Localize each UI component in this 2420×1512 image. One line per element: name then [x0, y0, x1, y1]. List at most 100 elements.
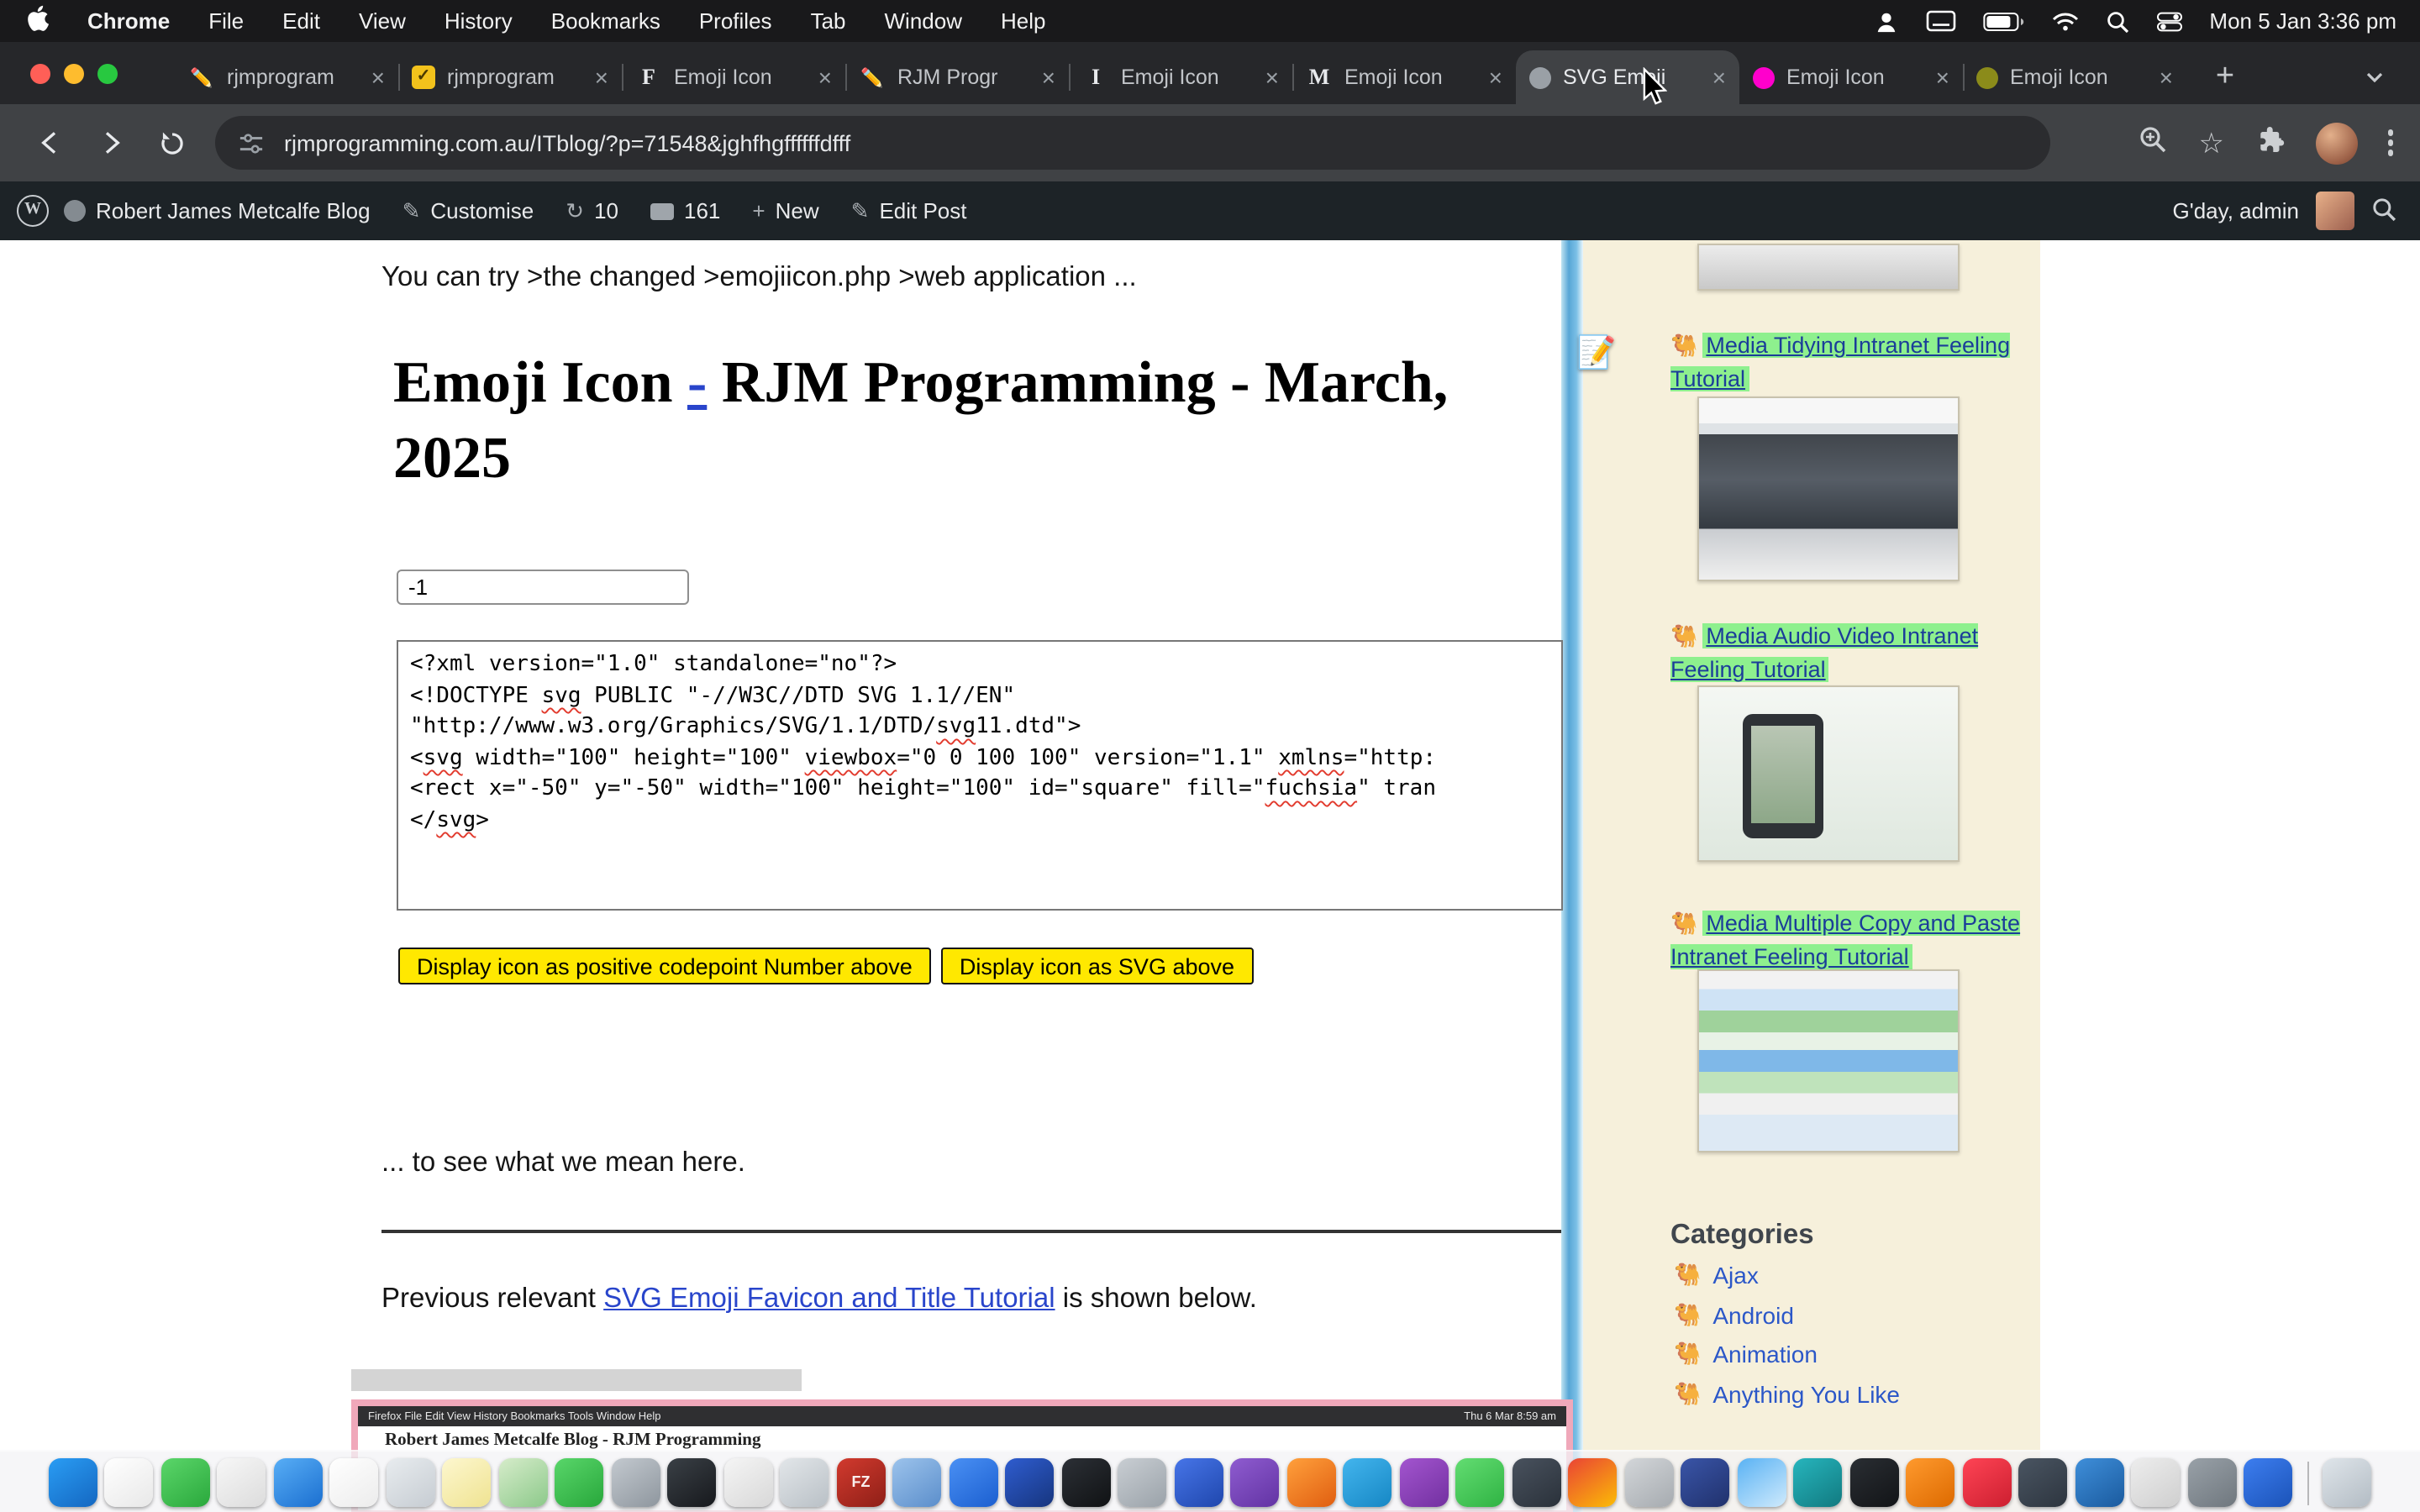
- codepoint-input[interactable]: [397, 570, 689, 605]
- window-zoom-button[interactable]: [97, 64, 118, 84]
- wifi-icon[interactable]: [2051, 11, 2078, 31]
- new-tab-button[interactable]: +: [2205, 57, 2245, 97]
- menu-bookmarks[interactable]: Bookmarks: [551, 8, 660, 34]
- browser-tab-1[interactable]: ✏️rjmprogram×: [175, 50, 398, 104]
- sidebar-post-link-1[interactable]: Media Tidying Intranet Feeling Tutorial: [1670, 333, 2010, 391]
- dock-icon-safari[interactable]: [1738, 1458, 1786, 1507]
- menu-file[interactable]: File: [208, 8, 244, 34]
- forward-button[interactable]: [91, 123, 131, 163]
- reload-button[interactable]: [151, 123, 192, 163]
- sidebar-thumbnail-1[interactable]: [1697, 396, 1960, 581]
- sidebar-thumbnail-2[interactable]: [1697, 685, 1960, 862]
- browser-tab-6[interactable]: MEmoji Icon×: [1292, 50, 1516, 104]
- dock-icon-stickies[interactable]: [2132, 1458, 2181, 1507]
- admin-comments[interactable]: 161: [650, 198, 720, 223]
- dock-icon-music[interactable]: [105, 1458, 154, 1507]
- dock-icon-chrome[interactable]: [1569, 1458, 1618, 1507]
- admin-site-name[interactable]: Robert James Metcalfe Blog: [64, 198, 371, 223]
- window-close-button[interactable]: [30, 64, 50, 84]
- dock-icon-docker[interactable]: [1850, 1458, 1899, 1507]
- dock-icon-podcasts[interactable]: [1231, 1458, 1280, 1507]
- menubar-app-name[interactable]: Chrome: [87, 8, 170, 34]
- display-svg-button[interactable]: Display icon as SVG above: [941, 948, 1253, 984]
- spotlight-search-icon[interactable]: [2105, 9, 2128, 33]
- dock-icon-reminders[interactable]: [387, 1458, 435, 1507]
- browser-tab-7[interactable]: SVG Emoji×: [1516, 50, 1739, 104]
- tab-search-button[interactable]: [2353, 57, 2396, 97]
- menu-profiles[interactable]: Profiles: [699, 8, 772, 34]
- admin-new[interactable]: + New: [752, 198, 818, 223]
- dock-icon-firefox[interactable]: [1287, 1458, 1336, 1507]
- dock-icon-filezilla[interactable]: FZ: [837, 1458, 886, 1507]
- svg-code-box[interactable]: <?xml version="1.0" standalone="no"?><!D…: [397, 640, 1563, 911]
- battery-icon[interactable]: [1982, 11, 2024, 31]
- tab-close-button[interactable]: ×: [1712, 66, 1726, 89]
- menu-window[interactable]: Window: [885, 8, 963, 34]
- bookmark-star-icon[interactable]: ☆: [2199, 129, 2225, 157]
- browser-tab-2[interactable]: ✓rjmprogram×: [398, 50, 622, 104]
- chrome-menu-icon[interactable]: [2387, 130, 2393, 156]
- menu-help[interactable]: Help: [1001, 8, 1046, 34]
- dock-icon-devtools[interactable]: [1512, 1458, 1561, 1507]
- tab-close-button[interactable]: ×: [1489, 66, 1502, 89]
- dock-icon-vivaldi[interactable]: [1400, 1458, 1449, 1507]
- category-link-ajax[interactable]: Ajax: [1712, 1262, 1758, 1289]
- profile-avatar[interactable]: [2315, 122, 2357, 164]
- dock-icon-maps[interactable]: [499, 1458, 548, 1507]
- apple-menu-icon[interactable]: [27, 5, 49, 37]
- admin-search-icon[interactable]: [2371, 196, 2396, 226]
- dock-icon-edge[interactable]: [2075, 1458, 2124, 1507]
- dock-icon-messages[interactable]: [161, 1458, 210, 1507]
- previous-tutorial-link[interactable]: SVG Emoji Favicon and Title Tutorial: [603, 1284, 1055, 1314]
- dock-icon-utilities[interactable]: [2188, 1458, 2237, 1507]
- admin-updates[interactable]: ↻ 10: [566, 197, 618, 224]
- dock-icon-dropbox[interactable]: [1625, 1458, 1674, 1507]
- dock-icon-trash[interactable]: [2323, 1458, 2372, 1507]
- display-codepoint-button[interactable]: Display icon as positive codepoint Numbe…: [398, 948, 931, 984]
- dock-icon-finder[interactable]: [49, 1458, 97, 1507]
- user-switch-icon[interactable]: [1873, 9, 1898, 33]
- dock-icon-onedrive[interactable]: [1681, 1458, 1730, 1507]
- dock-icon-whatsapp[interactable]: [1456, 1458, 1505, 1507]
- tab-close-button[interactable]: ×: [371, 66, 385, 89]
- site-info-icon[interactable]: [239, 130, 264, 155]
- dock-icon-telegram[interactable]: [1344, 1458, 1392, 1507]
- control-center-icon[interactable]: [2155, 11, 2182, 31]
- dock-icon-slack[interactable]: [2019, 1458, 2068, 1507]
- tab-close-button[interactable]: ×: [1042, 66, 1055, 89]
- browser-tab-9[interactable]: Emoji Icon×: [1963, 50, 2186, 104]
- admin-customise[interactable]: ✎ Customise: [402, 197, 534, 224]
- dock-icon-mail[interactable]: [274, 1458, 323, 1507]
- menu-view[interactable]: View: [359, 8, 406, 34]
- wp-logo-icon[interactable]: W: [17, 195, 49, 227]
- dock-icon-utility-teal[interactable]: [1794, 1458, 1843, 1507]
- browser-tab-3[interactable]: FEmoji Icon×: [622, 50, 845, 104]
- category-link-animation[interactable]: Animation: [1712, 1341, 1818, 1368]
- back-button[interactable]: [30, 123, 71, 163]
- browser-tab-4[interactable]: ✏️RJM Progr×: [845, 50, 1069, 104]
- admin-avatar[interactable]: [2316, 192, 2354, 230]
- admin-edit-post[interactable]: ✎ Edit Post: [851, 197, 967, 224]
- menu-history[interactable]: History: [445, 8, 513, 34]
- dock-icon-activity-monitor[interactable]: [781, 1458, 829, 1507]
- browser-tab-8[interactable]: Emoji Icon×: [1739, 50, 1963, 104]
- dock-icon-preview[interactable]: [893, 1458, 942, 1507]
- tab-close-button[interactable]: ×: [1265, 66, 1279, 89]
- dock-icon-vlc[interactable]: [1907, 1458, 1955, 1507]
- post-permalink[interactable]: -: [687, 349, 707, 415]
- dock-icon-system-settings[interactable]: [612, 1458, 660, 1507]
- sidebar-thumbnail-3[interactable]: [1697, 969, 1960, 1152]
- menu-tab[interactable]: Tab: [811, 8, 846, 34]
- tab-close-button[interactable]: ×: [818, 66, 832, 89]
- admin-greeting[interactable]: G'day, admin: [2173, 198, 2299, 223]
- tab-close-button[interactable]: ×: [595, 66, 608, 89]
- menu-edit[interactable]: Edit: [282, 8, 320, 34]
- dock-icon-thunderbird[interactable]: [1175, 1458, 1223, 1507]
- dock-icon-vscode[interactable]: [2244, 1458, 2293, 1507]
- category-link-anything-you-like[interactable]: Anything You Like: [1712, 1380, 1900, 1407]
- dock-icon-word[interactable]: [1006, 1458, 1055, 1507]
- dock-icon-terminal[interactable]: [668, 1458, 717, 1507]
- category-link-android[interactable]: Android: [1712, 1301, 1794, 1328]
- dock-icon-app-store[interactable]: [950, 1458, 998, 1507]
- menubar-clock[interactable]: Mon 5 Jan 3:36 pm: [2209, 8, 2396, 34]
